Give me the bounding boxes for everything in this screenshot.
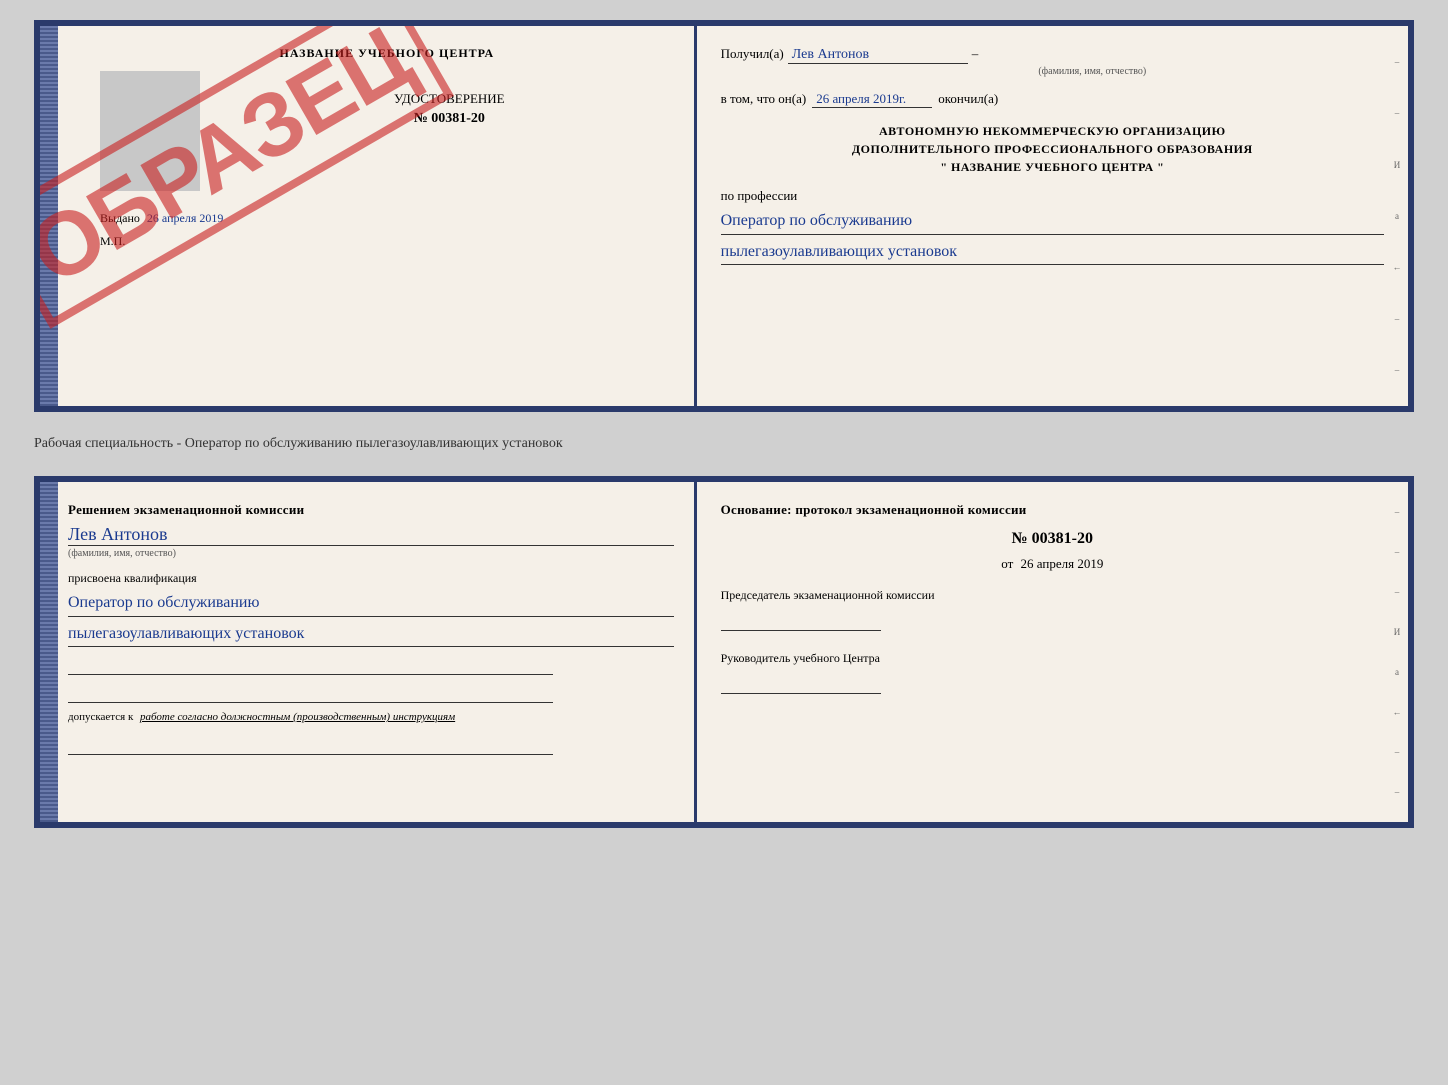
kvali-line1: Оператор по обслуживанию [68, 590, 674, 617]
separator-text: Рабочая специальность - Оператор по обсл… [34, 428, 1414, 460]
date-prefix: от [1001, 556, 1013, 571]
spine-left-decoration [40, 26, 58, 406]
right-side-deco: – – И а ← – – [1386, 26, 1408, 406]
top-certificate: НАЗВАНИЕ УЧЕБНОГО ЦЕНТРА УДОСТОВЕРЕНИЕ №… [34, 20, 1414, 412]
photo-placeholder [100, 71, 200, 191]
blank-line-2 [68, 683, 553, 703]
blank-line-1 [68, 655, 553, 675]
school-name-header: НАЗВАНИЕ УЧЕБНОГО ЦЕНТРА [100, 46, 674, 61]
profession-line1: Оператор по обслуживанию [721, 208, 1384, 235]
org-info: АВТОНОМНУЮ НЕКОММЕРЧЕСКУЮ ОРГАНИЗАЦИЮ ДО… [721, 122, 1384, 176]
bottom-fio-label: (фамилия, имя, отчество) [68, 548, 674, 559]
date-value: 26 апреля 2019 [147, 211, 223, 225]
poluchil-value: Лев Антонов [788, 47, 968, 64]
org-line3: " НАЗВАНИЕ УЧЕБНОГО ЦЕНТРА " [721, 158, 1384, 176]
top-cert-right: Получил(а) Лев Антонов – (фамилия, имя, … [697, 26, 1408, 406]
ruk-role: Руководитель учебного Центра [721, 651, 1384, 694]
kvali-line2: пылегазоулавливающих установок [68, 621, 674, 648]
vtom-row: в том, что он(а) 26 апреля 2019г. окончи… [721, 91, 1384, 108]
ruk-label: Руководитель учебного Центра [721, 651, 1384, 666]
ruk-sig-line [721, 674, 881, 694]
bottom-title: Решением экзаменационной комиссии [68, 502, 674, 518]
po-professii-label: по профессии [721, 188, 1384, 204]
mp-label: М.П. [100, 234, 674, 249]
profession-area: по профессии Оператор по обслуживанию пы… [721, 188, 1384, 265]
osnov-label: Основание: протокол экзаменационной коми… [721, 502, 1384, 518]
profession-line2: пылегазоулавливающих установок [721, 239, 1384, 266]
cert-number: № 00381-20 [225, 111, 674, 127]
udost-label: УДОСТОВЕРЕНИЕ [225, 91, 674, 107]
br-date: от 26 апреля 2019 [721, 556, 1384, 572]
pred-role: Председатель экзаменационной комиссии [721, 588, 1384, 631]
vtom-label: в том, что он(а) [721, 91, 807, 107]
org-line2: ДОПОЛНИТЕЛЬНОГО ПРОФЕССИОНАЛЬНОГО ОБРАЗО… [721, 140, 1384, 158]
top-cert-left: НАЗВАНИЕ УЧЕБНОГО ЦЕНТРА УДОСТОВЕРЕНИЕ №… [40, 26, 697, 406]
br-date-value: 26 апреля 2019 [1021, 556, 1104, 571]
bottom-certificate: Решением экзаменационной комиссии Лев Ан… [34, 476, 1414, 828]
fio-sub: (фамилия, имя, отчество) [801, 66, 1384, 77]
blank-line-3 [68, 735, 553, 755]
org-line1: АВТОНОМНУЮ НЕКОММЕРЧЕСКУЮ ОРГАНИЗАЦИЮ [721, 122, 1384, 140]
dash1: – [972, 46, 979, 62]
bottom-cert-left: Решением экзаменационной комиссии Лев Ан… [40, 482, 697, 822]
dopusk-value: работе согласно должностным (производств… [140, 711, 455, 723]
cert-date-area: Выдано 26 апреля 2019 [100, 211, 674, 226]
dopusk-area: допускается к работе согласно должностны… [68, 711, 674, 723]
br-number: № 00381-20 [721, 530, 1384, 548]
pred-label: Председатель экзаменационной комиссии [721, 588, 1384, 603]
dopusk-label: допускается к [68, 711, 133, 723]
poluchil-row: Получил(а) Лев Антонов – [721, 46, 1384, 64]
poluchil-label: Получил(а) [721, 46, 784, 62]
spine-bottom-left [40, 482, 58, 822]
pred-sig-line [721, 611, 881, 631]
okonchil-label: окончил(а) [938, 91, 998, 107]
kvali-label: присвоена квалификация [68, 571, 674, 586]
bottom-right-deco: – – – И а ← – – [1386, 482, 1408, 822]
vtom-value: 26 апреля 2019г. [812, 91, 932, 108]
date-label: Выдано [100, 211, 140, 225]
bottom-cert-right: Основание: протокол экзаменационной коми… [697, 482, 1408, 822]
bottom-name: Лев Антонов [68, 524, 674, 546]
